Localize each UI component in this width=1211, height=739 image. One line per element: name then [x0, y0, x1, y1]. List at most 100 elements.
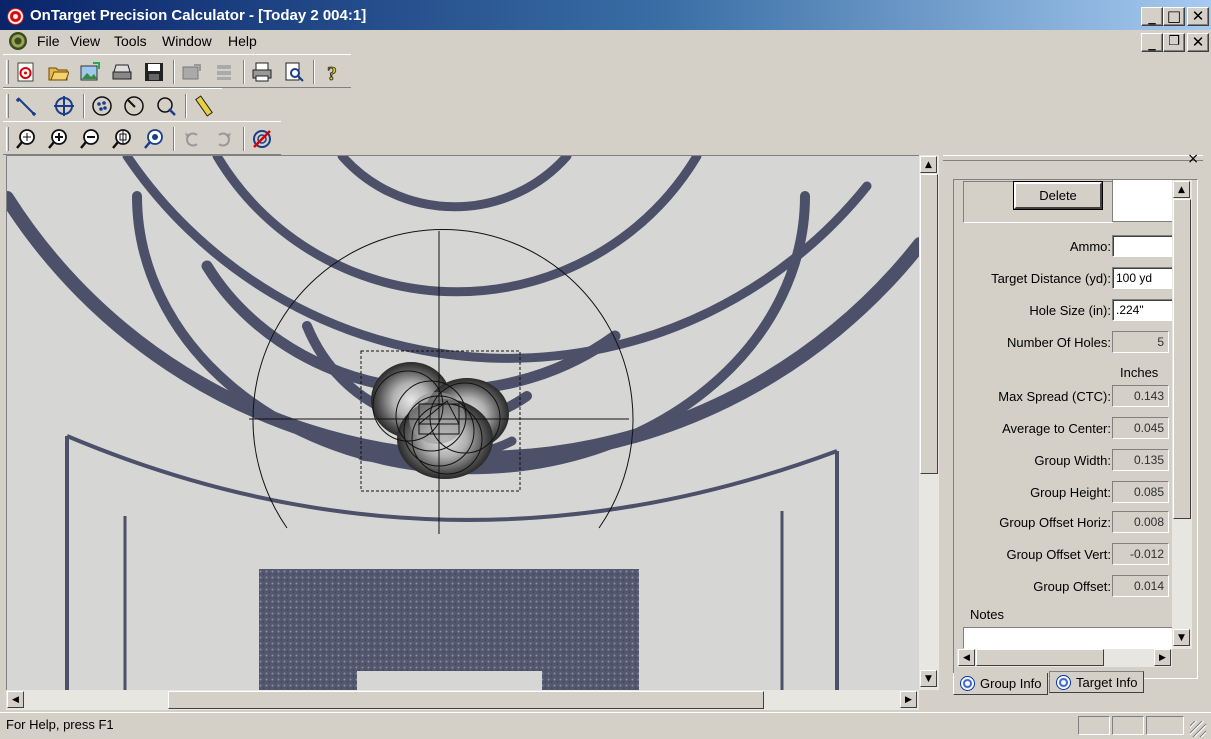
print-preview-icon[interactable] — [281, 59, 307, 85]
panel-horizontal-scrollbar[interactable]: ◀ ▶ — [957, 649, 1172, 667]
ruler-icon[interactable] — [191, 93, 217, 119]
print-icon[interactable] — [249, 59, 275, 85]
zoom-minus-icon[interactable] — [77, 126, 103, 152]
target-image-view[interactable] — [6, 155, 919, 690]
arrow-right-icon: ▶ — [1159, 652, 1166, 663]
no-target-icon[interactable] — [249, 126, 275, 152]
group-offset-label: Group Offset: — [1033, 579, 1111, 594]
panel-scroll-down-button[interactable]: ▼ — [1173, 629, 1190, 646]
scroll-thumb[interactable] — [168, 691, 764, 709]
scroll-down-button[interactable]: ▼ — [920, 670, 937, 687]
status-panel-cap — [1078, 716, 1110, 735]
maximize-button[interactable]: □ — [1163, 7, 1185, 26]
crosshair-icon[interactable] — [51, 93, 77, 119]
group-height-value: 0.085 — [1112, 481, 1169, 503]
close-icon: ✕ — [1191, 33, 1205, 51]
new-target-icon[interactable] — [13, 59, 39, 85]
panel-close-icon[interactable]: × — [1187, 151, 1199, 167]
target-image[interactable] — [7, 156, 919, 690]
group-width-label: Group Width: — [1034, 453, 1111, 468]
toolbar-separator — [173, 60, 175, 84]
menu-tools[interactable]: Tools — [114, 33, 147, 49]
average-to-center-label: Average to Center: — [1002, 421, 1111, 436]
minimize-button[interactable]: _ — [1141, 7, 1163, 26]
zoom-fit-icon[interactable] — [109, 126, 135, 152]
viewport-vertical-scrollbar[interactable]: ▲ ▼ — [919, 155, 939, 690]
open-image-icon[interactable] — [77, 59, 103, 85]
panel-grip[interactable] — [943, 155, 1203, 161]
panel-vertical-scrollbar[interactable]: ▲ ▼ — [1172, 180, 1192, 649]
viewport-horizontal-scrollbar[interactable]: ◀ ▶ — [6, 690, 919, 710]
hole-size-input[interactable]: .224" — [1112, 299, 1174, 321]
window-title: OnTarget Precision Calculator - [Today 2… — [30, 7, 367, 24]
help-icon[interactable]: ? — [319, 59, 345, 85]
close-button[interactable]: ✕ — [1187, 7, 1209, 26]
edit-image-icon[interactable] — [179, 59, 205, 85]
child-minimize-button[interactable]: _ — [1141, 33, 1163, 52]
status-panel-num — [1112, 716, 1144, 735]
open-folder-icon[interactable] — [45, 59, 71, 85]
panel-scroll-left-button[interactable]: ◀ — [958, 649, 975, 666]
panel-scroll-right-button[interactable]: ▶ — [1154, 649, 1171, 666]
menu-file[interactable]: File — [37, 33, 60, 49]
close-icon: ✕ — [1191, 7, 1205, 25]
group-width-value: 0.135 — [1112, 449, 1169, 471]
ammo-label: Ammo: — [1069, 239, 1111, 254]
status-text: For Help, press F1 — [6, 717, 114, 732]
panel-scroll-thumb[interactable] — [976, 649, 1104, 666]
batch-icon[interactable] — [211, 59, 237, 85]
menu-help[interactable]: Help — [228, 33, 257, 49]
toolbar-grip[interactable] — [6, 127, 9, 151]
ammo-input[interactable] — [1112, 235, 1174, 257]
scan-icon[interactable] — [109, 59, 135, 85]
group-tool-icon[interactable] — [89, 93, 115, 119]
resize-grip[interactable] — [1190, 721, 1206, 737]
app-target-icon[interactable] — [7, 8, 24, 25]
target-distance-input[interactable]: 100 yd — [1112, 267, 1174, 289]
arrow-up-icon: ▲ — [925, 159, 932, 170]
document-target-icon[interactable] — [9, 32, 27, 50]
number-of-holes-value: 5 — [1112, 331, 1169, 353]
tab-group-info-label: Group Info — [980, 676, 1042, 691]
title-bar[interactable]: OnTarget Precision Calculator - [Today 2… — [0, 0, 1211, 32]
status-panel-scrl — [1146, 716, 1184, 735]
line-tool-icon[interactable] — [13, 93, 39, 119]
scroll-thumb[interactable] — [920, 174, 938, 474]
save-icon[interactable] — [141, 59, 167, 85]
bullseye-tool-icon[interactable] — [121, 93, 147, 119]
arrow-down-icon: ▼ — [1178, 632, 1185, 643]
notes-input[interactable] — [963, 627, 1173, 649]
panel-scroll-thumb[interactable] — [1173, 199, 1191, 519]
menu-view[interactable]: View — [70, 33, 100, 49]
average-to-center-value: 0.045 — [1112, 417, 1169, 439]
scroll-right-button[interactable]: ▶ — [900, 691, 917, 708]
rotate-right-icon[interactable] — [211, 126, 237, 152]
zoom-region-icon[interactable] — [153, 93, 179, 119]
units-header: Inches — [1120, 365, 1159, 380]
toolbar-grip[interactable] — [6, 60, 9, 84]
status-bar: For Help, press F1 — [0, 712, 1211, 739]
group-offset-value: 0.014 — [1112, 575, 1169, 597]
group-list-box[interactable] — [1112, 179, 1174, 222]
zoom-in-icon[interactable] — [13, 126, 39, 152]
arrow-right-icon: ▶ — [905, 694, 912, 705]
zoom-plus-icon[interactable] — [45, 126, 71, 152]
tab-group-info[interactable]: Group Info — [953, 673, 1049, 695]
panel-scroll-up-button[interactable]: ▲ — [1173, 181, 1190, 198]
toolbar-grip[interactable] — [6, 94, 9, 118]
toolbar-zoom — [3, 121, 281, 155]
tab-target-info[interactable]: Target Info — [1049, 671, 1145, 693]
rotate-left-icon[interactable] — [179, 126, 205, 152]
zoom-actual-icon[interactable] — [141, 126, 167, 152]
child-close-button[interactable]: ✕ — [1187, 33, 1209, 52]
svg-text:?: ? — [327, 63, 337, 83]
scroll-left-button[interactable]: ◀ — [7, 691, 24, 708]
arrow-up-icon: ▲ — [1178, 184, 1185, 195]
delete-button[interactable]: Delete — [1013, 181, 1103, 210]
group-offset-vert-value: -0.012 — [1112, 543, 1169, 565]
arrow-left-icon: ◀ — [963, 652, 970, 663]
toolbar-separator — [185, 94, 187, 118]
scroll-up-button[interactable]: ▲ — [920, 156, 937, 173]
menu-window[interactable]: Window — [162, 33, 212, 49]
child-restore-button[interactable]: ❐ — [1163, 33, 1185, 52]
